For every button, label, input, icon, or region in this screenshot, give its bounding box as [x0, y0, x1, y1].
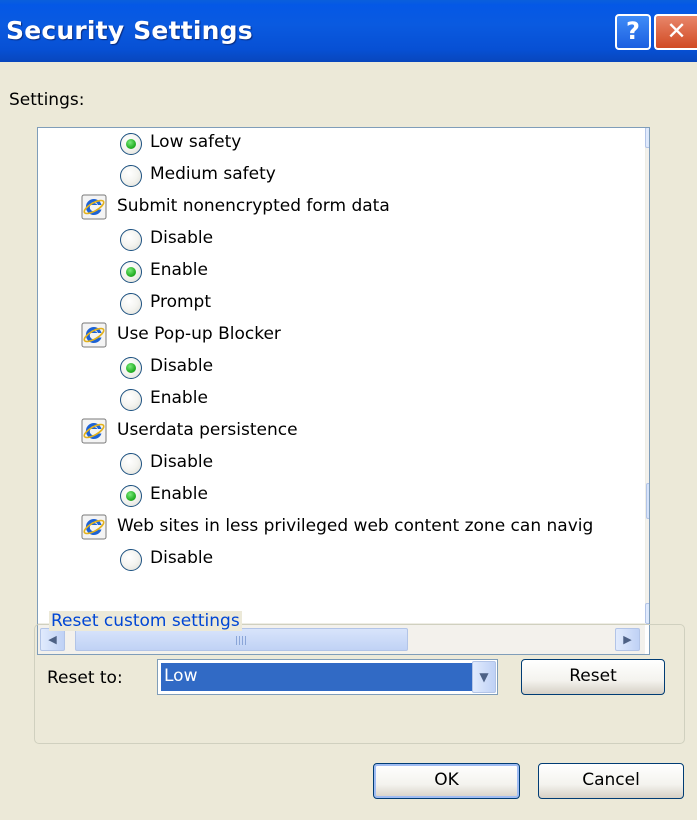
reset-to-label: Reset to: [47, 668, 123, 688]
reset-to-value: Low [161, 663, 472, 691]
ok-button[interactable]: OK [373, 763, 520, 799]
reset-custom-settings-group: Reset custom settings Reset to: Low ▼ Re… [34, 611, 685, 744]
window-title: Security Settings [6, 16, 253, 45]
radio-unselected[interactable] [120, 229, 142, 251]
radio-selected[interactable] [120, 357, 142, 379]
setting-option-label: Enable [150, 260, 208, 280]
setting-category-label: Userdata persistence [117, 420, 298, 440]
radio-unselected[interactable] [120, 165, 142, 187]
setting-option-label: Medium safety [150, 164, 276, 184]
setting-option-label: Disable [150, 228, 214, 248]
setting-category-label: Submit nonencrypted form data [117, 196, 390, 216]
setting-option-label: Prompt [150, 292, 211, 312]
ie-icon [81, 322, 107, 348]
radio-unselected[interactable] [120, 453, 142, 475]
setting-option-label: Disable [150, 548, 214, 568]
setting-option-label: Disable [150, 452, 214, 472]
radio-selected[interactable] [120, 261, 142, 283]
close-button[interactable]: ✕ [654, 14, 697, 50]
radio-unselected[interactable] [120, 549, 142, 571]
setting-option-label: Low safety [150, 132, 242, 152]
cancel-button[interactable]: Cancel [538, 763, 684, 799]
ie-icon [81, 418, 107, 444]
setting-category-label: Use Pop-up Blocker [117, 324, 281, 344]
settings-label: Settings: [9, 90, 85, 110]
settings-list[interactable]: Low safety Medium safety Submit nonencrypt… [37, 127, 650, 655]
setting-category-label: Web sites in less privileged web content… [117, 516, 594, 536]
ie-icon [81, 514, 107, 540]
scroll-up-button[interactable]: ▲ [645, 128, 649, 148]
title-bar[interactable]: Security Settings ? ✕ [0, 0, 697, 62]
settings-list-content: Low safety Medium safety Submit nonencrypt… [38, 128, 646, 623]
ie-icon [81, 194, 107, 220]
setting-option-label: Disable [150, 356, 214, 376]
setting-option-label: Enable [150, 484, 208, 504]
vertical-scrollbar[interactable]: ▲ ▼ [645, 128, 649, 624]
radio-unselected[interactable] [120, 293, 142, 315]
radio-selected[interactable] [120, 485, 142, 507]
reset-button[interactable]: Reset [521, 659, 665, 695]
radio-unselected[interactable] [120, 389, 142, 411]
setting-option-label: Enable [150, 388, 208, 408]
scroll-down-button[interactable]: ▼ [645, 603, 649, 624]
dialog-body: Settings: Low safety Medium safety Submit … [0, 62, 697, 820]
chevron-down-icon[interactable]: ▼ [472, 661, 496, 693]
group-legend: Reset custom settings [49, 611, 242, 631]
reset-to-dropdown[interactable]: Low ▼ [157, 659, 498, 695]
help-button[interactable]: ? [615, 14, 651, 50]
vertical-scroll-thumb[interactable] [646, 483, 649, 519]
radio-selected[interactable] [120, 133, 142, 155]
